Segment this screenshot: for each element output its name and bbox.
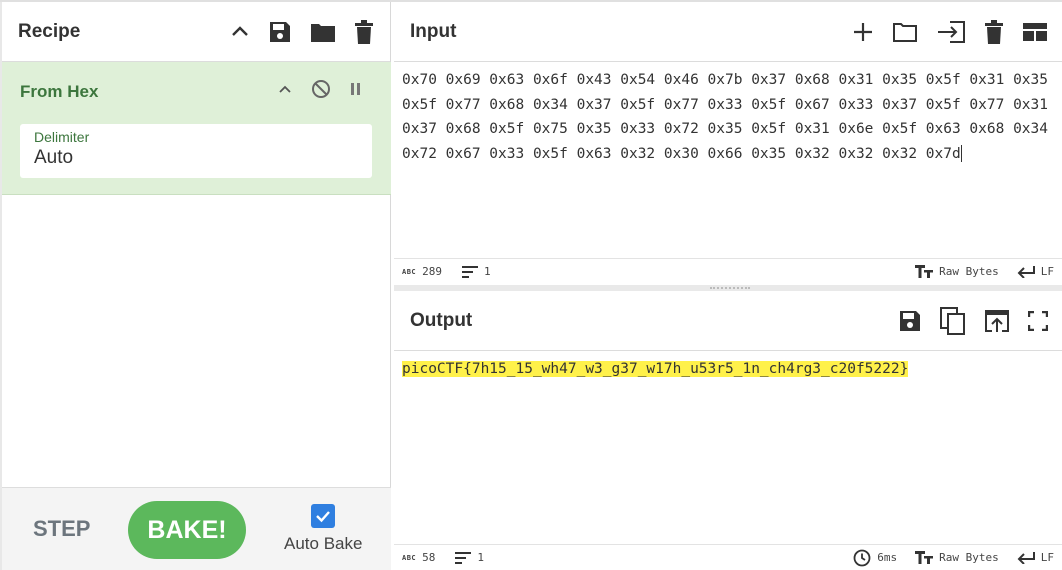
- text-encoding-icon: [915, 265, 934, 278]
- bake-button[interactable]: BAKE!: [128, 501, 246, 559]
- output-lines-stat: 1: [455, 551, 484, 564]
- auto-bake-label: Auto Bake: [284, 534, 363, 553]
- bake-time: 6ms: [877, 551, 898, 564]
- output-lines: 1: [477, 551, 485, 564]
- recipe-panel: Recipe From Hex Delimiter Auto STEP BAKE…: [0, 2, 391, 570]
- input-textarea[interactable]: 0x70 0x69 0x63 0x6f 0x43 0x54 0x46 0x7b …: [394, 62, 1062, 258]
- output-length-stat: ABC 58: [402, 551, 435, 564]
- operation-title: From Hex: [20, 82, 99, 101]
- operation-collapse-chevron-icon[interactable]: [277, 81, 293, 97]
- input-toolbar: [852, 19, 1048, 44]
- auto-bake-checkbox[interactable]: [311, 504, 336, 528]
- lines-icon: [462, 265, 479, 278]
- disable-operation-icon[interactable]: [311, 79, 331, 99]
- replace-input-with-output-icon[interactable]: [984, 309, 1010, 333]
- save-output-icon[interactable]: [898, 309, 922, 333]
- bake-controls: STEP BAKE! Auto Bake: [2, 487, 391, 570]
- output-text-content: picoCTF{7h15_15_wh47_w3_g37_w17h_u53r5_1…: [402, 361, 909, 377]
- output-title: Output: [410, 309, 473, 331]
- input-length-stat: ABC 289: [402, 265, 442, 278]
- clock-icon: [853, 549, 871, 566]
- input-text[interactable]: 0x70 0x69 0x63 0x6f 0x43 0x54 0x46 0x7b …: [394, 62, 1062, 172]
- input-status-right: Raw Bytes LF: [915, 265, 1054, 278]
- input-header: Input: [394, 2, 1062, 62]
- output-textarea[interactable]: picoCTF{7h15_15_wh47_w3_g37_w17h_u53r5_1…: [394, 351, 1062, 541]
- output-status-bar: ABC 58 1 6ms Raw Bytes LF: [394, 544, 1062, 570]
- text-encoding-icon: [915, 551, 934, 564]
- step-button[interactable]: STEP: [33, 516, 90, 542]
- recipe-title: Recipe: [18, 20, 81, 42]
- output-eol: LF: [1040, 551, 1054, 564]
- bake-time-stat: 6ms: [853, 549, 897, 567]
- input-text-content: 0x70 0x69 0x63 0x6f 0x43 0x54 0x46 0x7b …: [402, 72, 1057, 162]
- reset-layout-icon[interactable]: [1022, 22, 1048, 42]
- delimiter-value[interactable]: Auto: [34, 147, 358, 169]
- input-lines: 1: [484, 265, 491, 278]
- output-status-right: 6ms Raw Bytes LF: [853, 549, 1054, 567]
- abc-icon: ABC: [402, 553, 417, 562]
- input-encoding-selector[interactable]: Raw Bytes: [915, 265, 999, 278]
- input-eol-selector[interactable]: LF: [1017, 265, 1054, 278]
- output-text[interactable]: picoCTF{7h15_15_wh47_w3_g37_w17h_u53r5_1…: [394, 351, 1062, 388]
- splitter-grip[interactable]: [710, 287, 750, 289]
- delimiter-argument[interactable]: Delimiter Auto: [20, 124, 372, 178]
- io-panel: Input 0x70 0x69 0x63 0x6f 0x43 0x54 0x46…: [394, 2, 1062, 570]
- input-encoding: Raw Bytes: [939, 265, 999, 278]
- abc-icon: ABC: [402, 267, 417, 276]
- output-toolbar: [898, 306, 1048, 335]
- lines-icon: [455, 551, 472, 564]
- output-eol-selector[interactable]: LF: [1017, 551, 1054, 564]
- output-length: 58: [422, 551, 436, 564]
- input-eol: LF: [1040, 265, 1054, 278]
- cyberchef-app: Recipe From Hex Delimiter Auto STEP BAKE…: [0, 0, 1062, 570]
- breakpoint-pause-icon[interactable]: [349, 81, 363, 97]
- input-length: 289: [422, 265, 443, 278]
- clear-input-trash-icon[interactable]: [984, 19, 1004, 44]
- clear-recipe-trash-icon[interactable]: [354, 19, 374, 44]
- operation-controls: [277, 79, 363, 99]
- eol-return-icon: [1017, 551, 1035, 564]
- collapse-chevron-up-icon[interactable]: [230, 22, 250, 42]
- output-header: Output: [394, 291, 1062, 351]
- maximize-output-icon[interactable]: [1028, 310, 1048, 331]
- open-folder-icon[interactable]: [892, 21, 918, 43]
- add-tab-plus-icon[interactable]: [852, 21, 874, 43]
- recipe-header: Recipe: [2, 2, 390, 62]
- save-recipe-icon[interactable]: [268, 20, 292, 44]
- input-title: Input: [410, 20, 457, 42]
- eol-return-icon: [1017, 265, 1035, 278]
- operation-from-hex[interactable]: From Hex Delimiter Auto: [2, 62, 391, 195]
- output-encoding: Raw Bytes: [939, 551, 999, 564]
- open-file-input-icon[interactable]: [936, 20, 966, 44]
- recipe-toolbar: [230, 19, 374, 44]
- auto-bake-toggle[interactable]: Auto Bake: [284, 504, 362, 554]
- output-encoding-selector[interactable]: Raw Bytes: [915, 551, 999, 564]
- input-lines-stat: 1: [462, 265, 491, 278]
- text-caret: [960, 145, 962, 163]
- load-recipe-folder-icon[interactable]: [310, 21, 336, 43]
- delimiter-label: Delimiter: [34, 129, 90, 145]
- input-status-bar: ABC 289 1 Raw Bytes LF: [394, 258, 1062, 284]
- copy-output-icon[interactable]: [940, 306, 966, 335]
